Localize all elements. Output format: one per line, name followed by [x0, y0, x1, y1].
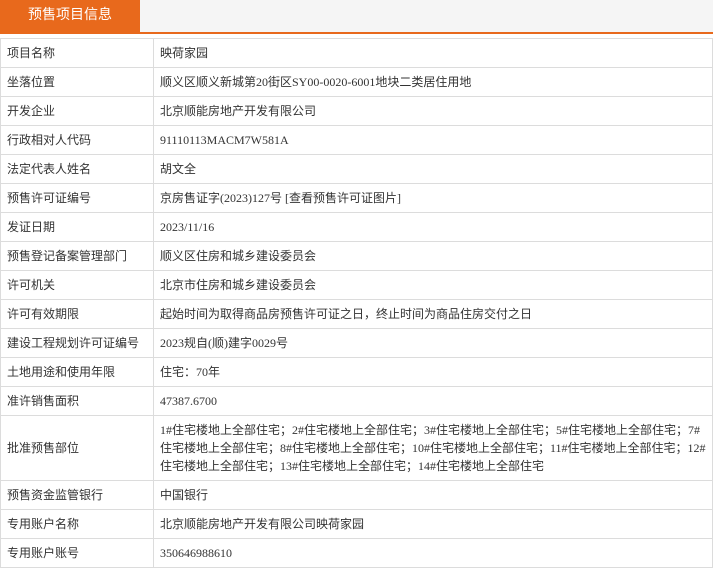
value-planning-permit: 2023规自(顺)建字0029号 [154, 329, 713, 358]
value-land-use: 住宅：70年 [154, 358, 713, 387]
table-row: 建设工程规划许可证编号 2023规自(顺)建字0029号 [1, 329, 713, 358]
label-supervision-bank: 预售资金监管银行 [1, 481, 154, 510]
table-row: 许可机关 北京市住房和城乡建设委员会 [1, 271, 713, 300]
table-row: 预售登记备案管理部门 顺义区住房和城乡建设委员会 [1, 242, 713, 271]
table-row: 专用账户账号 350646988610 [1, 539, 713, 568]
table-row: 坐落位置 顺义区顺义新城第20街区SY00-0020-6001地块二类居住用地 [1, 68, 713, 97]
value-project-name: 映荷家园 [154, 39, 713, 68]
value-legal-rep: 胡文全 [154, 155, 713, 184]
label-admin-code: 行政相对人代码 [1, 126, 154, 155]
label-developer: 开发企业 [1, 97, 154, 126]
table-row: 土地用途和使用年限 住宅：70年 [1, 358, 713, 387]
value-approved-area: 47387.6700 [154, 387, 713, 416]
value-account-no: 350646988610 [154, 539, 713, 568]
label-land-use: 土地用途和使用年限 [1, 358, 154, 387]
value-admin-code: 91110113MACM7W581A [154, 126, 713, 155]
value-supervision-bank: 中国银行 [154, 481, 713, 510]
label-issue-date: 发证日期 [1, 213, 154, 242]
label-legal-rep: 法定代表人姓名 [1, 155, 154, 184]
table-row: 发证日期 2023/11/16 [1, 213, 713, 242]
table-row: 预售资金监管银行 中国银行 [1, 481, 713, 510]
value-filing-dept: 顺义区住房和城乡建设委员会 [154, 242, 713, 271]
tab-bar: 预售项目信息 [0, 0, 713, 34]
permit-no-text: 京房售证字(2023)127号 [160, 191, 282, 205]
value-authority: 北京市住房和城乡建设委员会 [154, 271, 713, 300]
table-row: 法定代表人姓名 胡文全 [1, 155, 713, 184]
table-row: 准许销售面积 47387.6700 [1, 387, 713, 416]
value-account-name: 北京顺能房地产开发有限公司映荷家园 [154, 510, 713, 539]
label-project-name: 项目名称 [1, 39, 154, 68]
tab-presale-info[interactable]: 预售项目信息 [0, 0, 140, 32]
view-permit-image-link[interactable]: [查看预售许可证图片] [285, 191, 401, 205]
value-developer: 北京顺能房地产开发有限公司 [154, 97, 713, 126]
label-account-no: 专用账户账号 [1, 539, 154, 568]
label-location: 坐落位置 [1, 68, 154, 97]
value-approved-parts: 1#住宅楼地上全部住宅；2#住宅楼地上全部住宅；3#住宅楼地上全部住宅；5#住宅… [154, 416, 713, 481]
value-location: 顺义区顺义新城第20街区SY00-0020-6001地块二类居住用地 [154, 68, 713, 97]
label-account-name: 专用账户名称 [1, 510, 154, 539]
table-row: 专用账户名称 北京顺能房地产开发有限公司映荷家园 [1, 510, 713, 539]
label-filing-dept: 预售登记备案管理部门 [1, 242, 154, 271]
value-permit-no: 京房售证字(2023)127号 [查看预售许可证图片] [154, 184, 713, 213]
table-row: 批准预售部位 1#住宅楼地上全部住宅；2#住宅楼地上全部住宅；3#住宅楼地上全部… [1, 416, 713, 481]
value-issue-date: 2023/11/16 [154, 213, 713, 242]
label-authority: 许可机关 [1, 271, 154, 300]
label-approved-area: 准许销售面积 [1, 387, 154, 416]
label-planning-permit: 建设工程规划许可证编号 [1, 329, 154, 358]
table-row: 开发企业 北京顺能房地产开发有限公司 [1, 97, 713, 126]
label-permit-no: 预售许可证编号 [1, 184, 154, 213]
info-table: 项目名称 映荷家园 坐落位置 顺义区顺义新城第20街区SY00-0020-600… [0, 38, 713, 568]
value-validity: 起始时间为取得商品房预售许可证之日，终止时间为商品住房交付之日 [154, 300, 713, 329]
table-row: 预售许可证编号 京房售证字(2023)127号 [查看预售许可证图片] [1, 184, 713, 213]
label-approved-parts: 批准预售部位 [1, 416, 154, 481]
table-row: 项目名称 映荷家园 [1, 39, 713, 68]
table-row: 许可有效期限 起始时间为取得商品房预售许可证之日，终止时间为商品住房交付之日 [1, 300, 713, 329]
table-row: 行政相对人代码 91110113MACM7W581A [1, 126, 713, 155]
label-validity: 许可有效期限 [1, 300, 154, 329]
